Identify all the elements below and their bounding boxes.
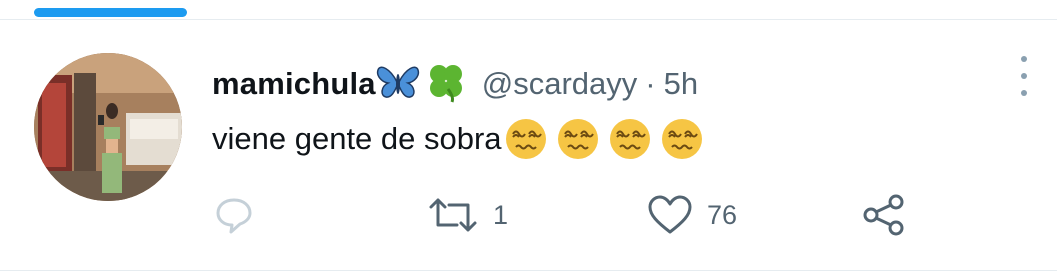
bottom-divider [0, 270, 1057, 271]
active-tab-indicator [34, 8, 187, 17]
dizzy-face-icon [505, 119, 546, 159]
more-options-icon[interactable] [1017, 56, 1031, 96]
text-emoji-row [504, 117, 704, 161]
like-count: 76 [707, 199, 738, 230]
retweet-count: 1 [493, 199, 509, 230]
retweet-button[interactable]: 1 [427, 193, 508, 237]
four-leaf-clover-icon [424, 61, 468, 108]
tweet-header: mamichula @scardayy · 5h [212, 63, 698, 105]
share-button[interactable] [862, 193, 906, 237]
retweet-icon [429, 198, 477, 232]
display-name[interactable]: mamichula [212, 66, 376, 102]
share-icon [863, 194, 904, 236]
reply-icon [216, 198, 252, 234]
top-divider [0, 19, 1057, 20]
dizzy-face-icon [661, 119, 702, 159]
tweet-timestamp[interactable]: 5h [664, 66, 698, 102]
tweet-body: viene gente de sobra [212, 121, 502, 156]
tweet-card: mamichula @scardayy · 5h viene gente de … [0, 0, 1057, 274]
tweet-text: viene gente de sobra [212, 117, 704, 161]
reply-button[interactable] [214, 193, 268, 237]
butterfly-icon [376, 62, 420, 107]
user-handle[interactable]: @scardayy [482, 66, 638, 102]
avatar[interactable] [34, 53, 182, 201]
dizzy-face-icon [557, 119, 598, 159]
like-button[interactable]: 76 [647, 193, 737, 237]
dizzy-face-icon [609, 119, 650, 159]
meta-separator: · [645, 66, 656, 101]
heart-icon [648, 195, 692, 234]
